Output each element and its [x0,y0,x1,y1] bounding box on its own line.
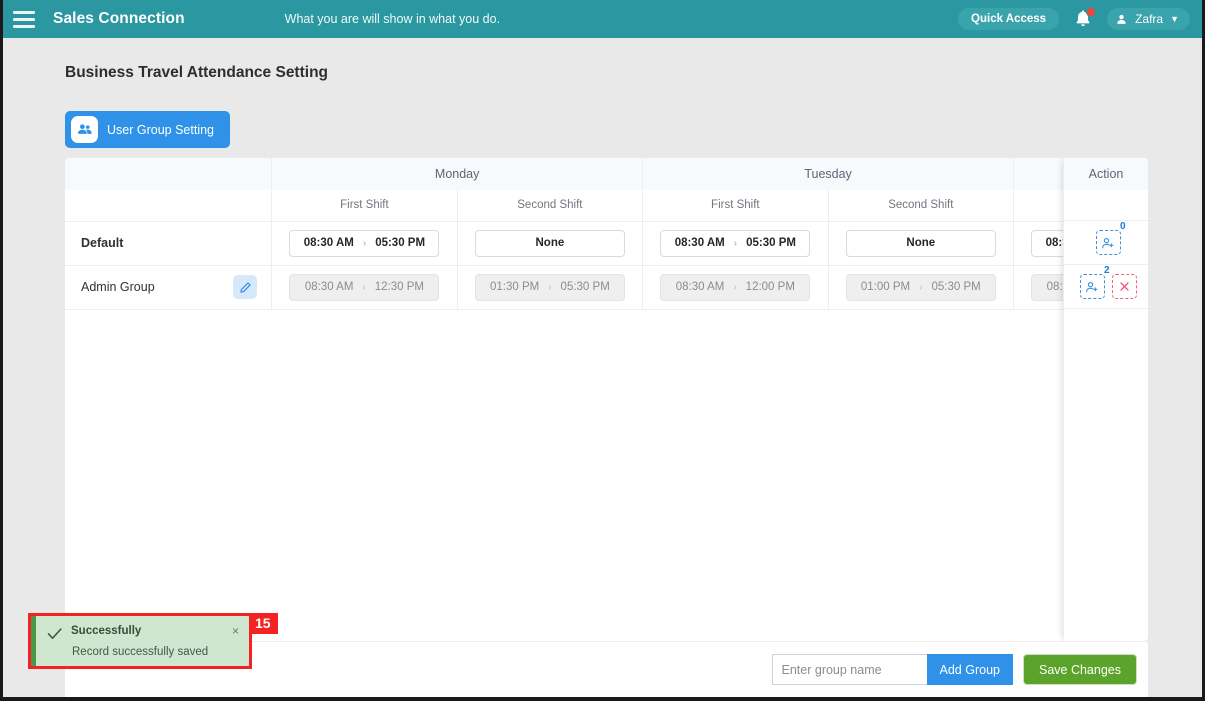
shift-start-time: 08:30 AM [675,281,725,293]
shift-header-mon-first: First Shift [271,190,458,222]
shift-header-tue-first: First Shift [642,190,829,222]
arrow-right-icon: › [362,237,367,249]
day-header-tuesday: Tuesday [642,158,1015,190]
checkmark-icon [47,628,62,640]
shift-end-time: 05:30 PM [560,281,610,293]
assign-count-badge: 2 [1103,265,1110,276]
shift-end-time: 12:00 PM [745,281,795,293]
save-changes-button[interactable]: Save Changes [1022,654,1137,685]
user-group-setting-button[interactable]: User Group Setting [65,111,230,148]
shift-cell[interactable]: 08:30 AM › 05:30 PM [642,221,829,265]
topbar-actions: Quick Access Zafra ▼ [958,7,1190,30]
user-avatar-icon [1117,14,1126,24]
pencil-edit-icon[interactable] [233,275,258,299]
brand-tagline: What you are will show in what you do. [284,12,501,26]
user-group-setting-label: User Group Setting [107,122,214,137]
success-toast: Successfully × Record successfully saved [31,616,249,666]
assign-count-badge: 0 [1119,221,1126,232]
arrow-right-icon: › [733,237,738,249]
group-name-cell: Default [65,221,273,265]
notification-bell-icon[interactable] [1073,7,1097,30]
shift-end-time: 05:30 PM [375,237,426,249]
action-column: Action 0 2 [1063,158,1148,641]
toast-annotation-outline: Successfully × Record successfully saved [28,613,252,669]
user-menu[interactable]: Zafra ▼ [1107,8,1190,30]
quick-access-button[interactable]: Quick Access [958,8,1060,30]
notification-badge [1086,7,1097,17]
add-group-button[interactable]: Add Group [926,654,1013,685]
table-head: Monday Tuesday W First Shift Second Shif… [65,158,1148,222]
action-column-header: Action [1064,158,1148,190]
shift-none-label: None [906,237,936,249]
table-body: Default 08:30 AM › 05:30 PM None 08:30 A… [65,221,1148,309]
group-name-cell: Admin Group [65,265,273,309]
group-name-label: Default [81,236,124,250]
hamburger-icon[interactable] [13,10,35,28]
user-group-icon [71,116,98,143]
close-x-icon[interactable] [1111,274,1137,299]
shift-end-time: 12:30 PM [374,281,424,293]
shift-cell[interactable]: 08:30 AM › 12:00 PM [642,265,829,309]
toast-message: Record successfully saved [72,646,209,658]
shift-header-mon-second: Second Shift [457,190,644,222]
shift-header-blank [65,190,273,222]
action-column-subheader [1064,190,1148,221]
day-header-monday: Monday [271,158,644,190]
attendance-table: Monday Tuesday W First Shift Second Shif… [65,158,1148,310]
arrow-right-icon: › [919,281,923,293]
top-navigation-bar: Sales Connection What you are will show … [3,0,1202,38]
shift-start-time: 08:30 AM [304,281,354,293]
shift-header-tue-second: Second Shift [828,190,1015,222]
attendance-table-card: Monday Tuesday W First Shift Second Shif… [65,158,1148,641]
day-header-row: Monday Tuesday W [65,158,1148,190]
arrow-right-icon: › [362,281,366,293]
table-row: Default 08:30 AM › 05:30 PM None 08:30 A… [65,221,1148,265]
group-name-input[interactable] [771,654,927,685]
page-title: Business Travel Attendance Setting [65,64,329,81]
action-cell-admin: 2 [1064,265,1148,309]
shift-cell[interactable]: 08:30 AM › 05:30 PM [271,221,458,265]
table-row: Admin Group 08:30 AM › 12:30 PM 01:30 PM… [65,265,1148,309]
shift-header-row: First Shift Second Shift First Shift Sec… [65,190,1148,222]
annotation-step-number: 15 [249,613,278,634]
shift-start-time: 08:30 AM [674,237,725,249]
arrow-right-icon: › [548,281,552,293]
shift-cell[interactable]: None [457,221,644,265]
shift-cell[interactable]: 01:30 PM › 05:30 PM [457,265,644,309]
shift-start-time: 01:00 PM [860,281,911,293]
add-group-control: Add Group [771,654,1013,685]
shift-none-label: None [535,237,565,249]
toast-title: Successfully [71,625,142,637]
table-scroll-area[interactable]: Monday Tuesday W First Shift Second Shif… [65,158,1148,641]
shift-end-time: 05:30 PM [746,237,796,249]
shift-start-time: 08:30 AM [303,237,354,249]
person-add-icon[interactable]: 0 [1095,221,1126,255]
chevron-down-icon: ▼ [1170,14,1179,24]
shift-cell[interactable]: 08:30 AM › 12:30 PM [271,265,458,309]
app-window: Sales Connection What you are will show … [0,0,1205,701]
shift-start-time: 01:30 PM [489,281,540,293]
brand-title: Sales Connection [53,10,185,27]
shift-cell[interactable]: None [828,221,1015,265]
person-add-icon[interactable]: 2 [1079,265,1110,299]
name-column-header [65,158,273,190]
shift-end-time: 05:30 PM [931,281,981,293]
group-name-label: Admin Group [81,280,155,294]
shift-cell[interactable]: 01:00 PM › 05:30 PM [828,265,1015,309]
arrow-right-icon: › [733,281,737,293]
user-name-label: Zafra [1135,12,1164,26]
close-icon[interactable]: × [232,624,239,637]
action-cell-default: 0 [1064,221,1148,265]
